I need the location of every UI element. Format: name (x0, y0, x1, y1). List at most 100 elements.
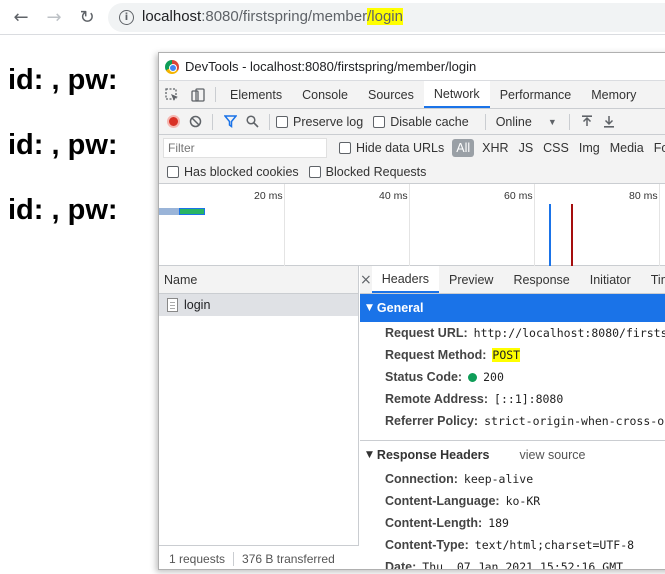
toolbar-separator (484, 113, 486, 130)
filter-input[interactable] (163, 137, 327, 158)
view-source-link[interactable]: view source (519, 448, 585, 462)
timeline-gridline (409, 184, 410, 266)
header-key: Status Code: (385, 370, 463, 384)
devtools-tabs: Elements Console Sources Network Perform… (159, 81, 665, 109)
waterfall-bar-waiting (159, 208, 179, 215)
tab-separator (215, 87, 216, 102)
header-value: keep-alive (463, 472, 534, 486)
tab-sources[interactable]: Sources (358, 81, 424, 108)
info-icon[interactable]: i (119, 10, 134, 25)
tab-console[interactable]: Console (292, 81, 358, 108)
tab-headers[interactable]: Headers (371, 266, 439, 293)
page-text-line: id: , pw: (8, 129, 118, 161)
toolbar-separator (212, 113, 213, 130)
header-row-date: Date: Thu, 07 Jan 2021 15:52:16 GMT (360, 556, 665, 570)
record-icon[interactable] (167, 115, 180, 128)
header-row-request-url: Request URL: http://localhost:8080/first… (360, 322, 665, 344)
clear-icon[interactable] (184, 115, 206, 128)
header-key: Request Method: (385, 348, 487, 362)
back-icon[interactable]: ← (10, 6, 32, 28)
type-filter-xhr[interactable]: XHR (482, 141, 508, 155)
blocked-requests-checkbox[interactable]: Blocked Requests (308, 165, 426, 179)
header-key: Content-Language: (385, 494, 500, 508)
timeline-tick-label: 80 ms (629, 190, 658, 202)
forward-icon[interactable]: → (43, 6, 65, 28)
chrome-icon (165, 59, 179, 74)
tab-network[interactable]: Network (423, 81, 490, 108)
triangle-down-icon: ▼ (366, 303, 373, 313)
header-value: 200 (483, 370, 504, 384)
preserve-log-checkbox[interactable]: Preserve log (276, 115, 363, 129)
hide-data-urls-checkbox[interactable]: Hide data URLs (339, 141, 444, 155)
load-event-line (571, 204, 573, 266)
timeline-tick-label: 60 ms (504, 190, 533, 202)
filter-bar: Hide data URLs All XHR JS CSS Img Media … (159, 135, 665, 160)
throttling-select[interactable]: Online ▼ (496, 115, 557, 129)
address-bar[interactable]: i localhost:8080/firstspring/member/logi… (108, 3, 665, 32)
caret-down-icon: ▼ (547, 116, 557, 127)
header-key: Remote Address: (385, 392, 489, 406)
timeline-tick-label: 20 ms (254, 190, 283, 202)
reload-icon[interactable]: ↻ (76, 6, 98, 28)
search-icon[interactable] (241, 115, 263, 128)
waterfall-bar-download (179, 208, 205, 215)
checkbox-box[interactable] (339, 141, 351, 154)
general-section-header[interactable]: ▼ General (360, 294, 665, 322)
header-value: http://localhost:8080/firstspring/member… (473, 326, 665, 340)
tab-memory[interactable]: Memory (581, 81, 646, 108)
devtools-titlebar: DevTools - localhost:8080/firstspring/me… (159, 53, 665, 81)
inspect-element-icon[interactable] (159, 81, 185, 108)
url-text[interactable]: localhost:8080/firstspring/member/login (142, 8, 403, 25)
url-host: localhost (142, 8, 202, 25)
header-value: ko-KR (505, 494, 541, 508)
header-value: strict-origin-when-cross-origin (484, 414, 665, 428)
type-filter-media[interactable]: Media (610, 141, 644, 155)
request-row[interactable]: login (159, 294, 358, 316)
dom-content-loaded-line (549, 204, 551, 266)
header-row-content-language: Content-Language: ko-KR (360, 490, 665, 512)
header-key: Connection: (385, 472, 458, 486)
summary-separator (233, 551, 235, 566)
checkbox-box[interactable] (167, 165, 179, 178)
devtools-title: DevTools - localhost:8080/firstspring/me… (185, 59, 477, 74)
tab-performance[interactable]: Performance (490, 81, 582, 108)
type-filter-font[interactable]: Font (654, 141, 665, 155)
type-filter-all[interactable]: All (452, 138, 475, 157)
type-filter-img[interactable]: Img (579, 141, 600, 155)
checkbox-box[interactable] (308, 165, 321, 178)
disable-cache-checkbox[interactable]: Disable cache (373, 115, 469, 129)
export-har-icon[interactable] (598, 115, 620, 128)
header-row-connection: Connection: keep-alive (360, 468, 665, 490)
document-icon (167, 298, 178, 312)
tab-elements[interactable]: Elements (220, 81, 292, 108)
checkbox-box[interactable] (276, 115, 288, 128)
has-blocked-cookies-checkbox[interactable]: Has blocked cookies (167, 165, 299, 179)
network-overview-timeline[interactable]: 20 ms 40 ms 60 ms 80 ms (159, 184, 665, 266)
page-text-line: id: , pw: (8, 194, 118, 226)
url-highlight: /login (367, 8, 403, 25)
header-row-status-code: Status Code: 200 (360, 366, 665, 388)
tab-preview[interactable]: Preview (439, 266, 503, 293)
checkbox-box[interactable] (373, 115, 386, 128)
header-key: Referrer Policy: (385, 414, 479, 428)
header-row-referrer-policy: Referrer Policy: strict-origin-when-cros… (360, 410, 665, 432)
type-filter-js[interactable]: JS (519, 141, 534, 155)
type-filter-css[interactable]: CSS (543, 141, 569, 155)
tab-timing[interactable]: Timing (641, 266, 665, 293)
triangle-down-icon: ▼ (366, 449, 373, 460)
timeline-gridline (659, 184, 660, 266)
close-icon[interactable]: × (360, 266, 372, 293)
response-headers-title: Response Headers (376, 447, 490, 462)
filter-icon[interactable] (219, 115, 241, 128)
devtools-window: DevTools - localhost:8080/firstspring/me… (158, 52, 665, 570)
device-toolbar-icon[interactable] (185, 81, 211, 108)
tab-initiator[interactable]: Initiator (580, 266, 641, 293)
name-column-header[interactable]: Name (159, 266, 358, 294)
import-har-icon[interactable] (576, 115, 598, 128)
header-key: Date: (385, 560, 417, 570)
tab-response[interactable]: Response (503, 266, 579, 293)
request-count: 1 requests (169, 551, 226, 566)
response-headers-section-header[interactable]: ▼ Response Headers view source (360, 440, 665, 468)
throttling-value: Online (495, 114, 532, 129)
header-value: text/html;charset=UTF-8 (474, 538, 635, 552)
